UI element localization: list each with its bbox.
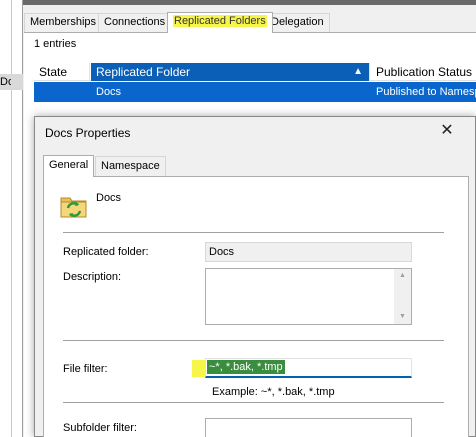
file-filter-example: Example: ~*, *.bak, *.tmp: [212, 386, 335, 398]
replicated-folder-icon: [59, 191, 89, 221]
table-row[interactable]: Docs Published to Namespace: [34, 82, 476, 102]
file-filter-label: File filter:: [63, 363, 108, 375]
file-filter-value: ~*, *.bak, *.tmp: [207, 360, 285, 374]
dialog-title: Docs Properties: [45, 126, 131, 140]
column-header-replicated-folder[interactable]: Replicated Folder ▲: [91, 63, 370, 81]
tab-memberships[interactable]: Memberships: [24, 13, 103, 32]
scroll-down-icon[interactable]: ▼: [394, 310, 411, 324]
cell-publication-status: Published to Namespace: [376, 86, 476, 98]
tree-item-cut-label: Docs: [0, 76, 11, 88]
tab-replicated-folders[interactable]: Replicated Folders: [167, 12, 273, 33]
replicated-folder-label: Replicated folder:: [63, 246, 149, 258]
description-textarea[interactable]: ▲ ▼: [205, 268, 412, 325]
subfolder-filter-label: Subfolder filter:: [63, 422, 137, 434]
sort-ascending-icon: ▲: [353, 66, 363, 77]
column-header-publication-status[interactable]: Publication Status: [371, 63, 476, 81]
tab-connections[interactable]: Connections: [98, 13, 172, 32]
entries-count: 1 entries: [34, 38, 77, 50]
tree-line: [11, 0, 12, 437]
cell-replicated-folder: Docs: [96, 86, 122, 98]
separator: [63, 340, 444, 341]
cell-state: [34, 82, 90, 102]
separator: [63, 232, 444, 233]
tab-delegation[interactable]: Delegation: [265, 13, 330, 32]
properties-dialog: Docs Properties ✕ General Namespace Docs…: [34, 116, 476, 437]
dialog-tabs: General Namespace: [43, 155, 469, 177]
scroll-up-icon[interactable]: ▲: [394, 269, 411, 283]
tab-namespace[interactable]: Namespace: [95, 156, 166, 176]
column-header-state[interactable]: State: [34, 63, 90, 81]
list-header: State Replicated Folder ▲ Publication St…: [34, 63, 476, 81]
description-scrollbar[interactable]: ▲ ▼: [394, 269, 411, 324]
folder-name-heading: Docs: [96, 192, 122, 204]
tab-general[interactable]: General: [43, 155, 95, 177]
replicated-folder-field: Docs: [205, 242, 412, 262]
top-frame-edge: [23, 0, 476, 5]
subfolder-filter-input[interactable]: [205, 418, 412, 437]
file-filter-input[interactable]: ~*, *.bak, *.tmp: [205, 358, 412, 378]
group-tabs: Memberships Connections Replicated Folde…: [24, 12, 476, 33]
close-icon[interactable]: ✕: [437, 121, 457, 141]
description-label: Description:: [63, 271, 122, 283]
general-tab-page: Docs Replicated folder: Docs Description…: [43, 176, 469, 437]
highlighter-mark: Replicated Folders: [173, 15, 267, 27]
console-tree-pane: Docs: [0, 0, 23, 437]
separator: [63, 402, 444, 403]
